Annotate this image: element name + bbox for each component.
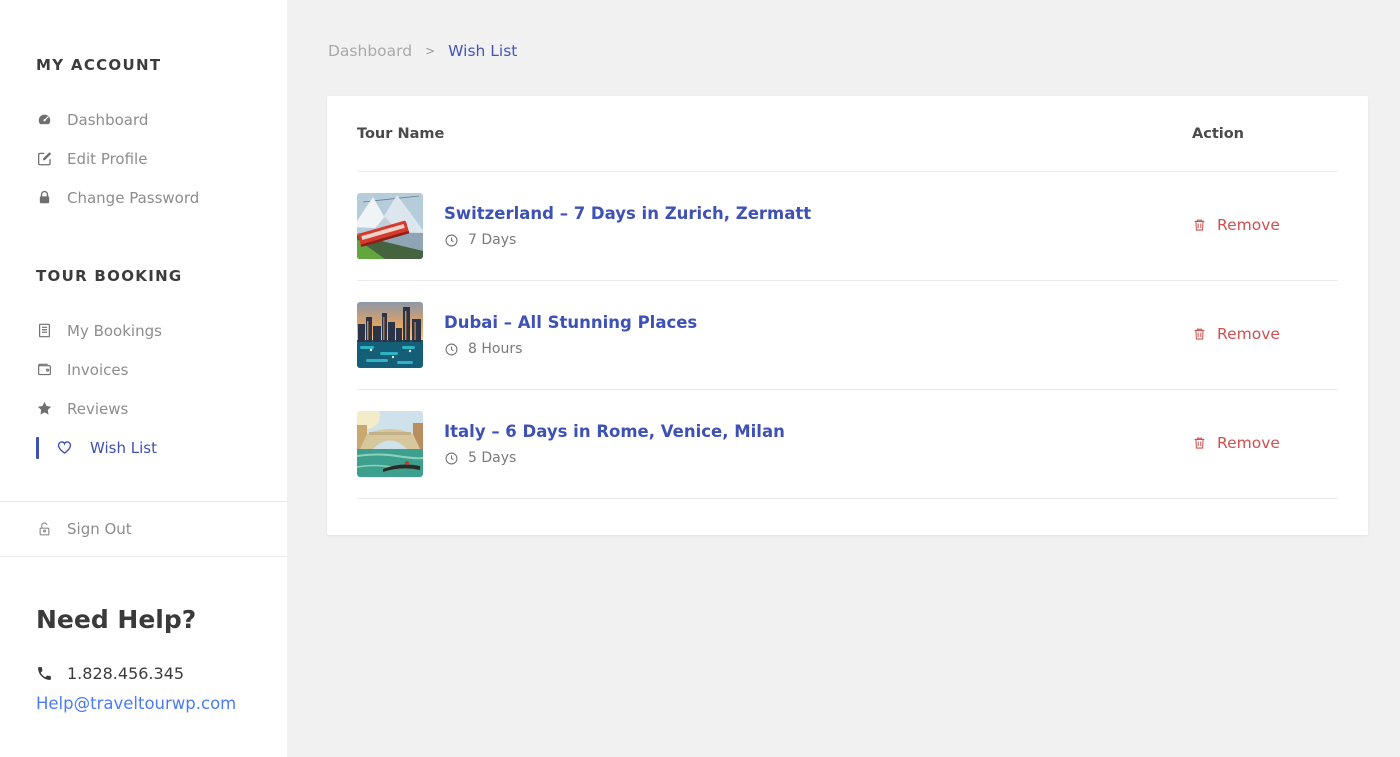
remove-button[interactable]: Remove: [1192, 434, 1280, 452]
wishlist-card: Tour Name Action: [327, 96, 1368, 535]
remove-button[interactable]: Remove: [1192, 216, 1280, 234]
sidebar-item-reviews[interactable]: Reviews: [36, 389, 287, 428]
action-cell: Remove: [1192, 216, 1338, 237]
trash-icon: [1192, 217, 1207, 233]
wishlist-table-header: Tour Name Action: [357, 96, 1338, 172]
tour-booking-nav: My Bookings Invoices Reviews Wish List: [36, 311, 287, 467]
sidebar-heading-tour-booking: TOUR BOOKING: [36, 267, 287, 285]
sidebar-item-label: Edit Profile: [67, 150, 147, 168]
app-window: MY ACCOUNT Dashboard Edit Profile Change…: [0, 0, 1400, 757]
sidebar-item-dashboard[interactable]: Dashboard: [36, 100, 287, 139]
tour-title-link[interactable]: Italy – 6 Days in Rome, Venice, Milan: [444, 422, 1192, 441]
tour-title-link[interactable]: Dubai – All Stunning Places: [444, 313, 1192, 332]
tour-thumbnail-switzerland[interactable]: [357, 193, 423, 259]
help-email-link[interactable]: Help@traveltourwp.com: [36, 694, 287, 713]
remove-button[interactable]: Remove: [1192, 325, 1280, 343]
sidebar-item-edit-profile[interactable]: Edit Profile: [36, 139, 287, 178]
tour-title-link[interactable]: Switzerland – 7 Days in Zurich, Zermatt: [444, 204, 1192, 223]
tour-duration: 7 Days: [444, 232, 1192, 248]
sidebar-item-change-password[interactable]: Change Password: [36, 178, 287, 217]
account-sidebar: MY ACCOUNT Dashboard Edit Profile Change…: [0, 0, 287, 757]
wallet-icon: [36, 361, 53, 378]
column-header-action: Action: [1192, 126, 1338, 142]
tour-duration: 8 Hours: [444, 341, 1192, 357]
sign-out-label: Sign Out: [67, 520, 132, 538]
heart-icon: [56, 439, 73, 456]
clock-icon: [444, 451, 459, 466]
sidebar-item-label: Reviews: [67, 400, 128, 418]
remove-label: Remove: [1217, 434, 1280, 452]
tour-info: Italy – 6 Days in Rome, Venice, Milan 5 …: [444, 422, 1192, 466]
tour-thumbnail-italy[interactable]: [357, 411, 423, 477]
breadcrumb: Dashboard > Wish List: [328, 42, 1368, 60]
breadcrumb-dashboard-link[interactable]: Dashboard: [328, 42, 412, 60]
help-phone-row: 1.828.456.345: [36, 664, 287, 683]
edit-pencil-icon: [36, 150, 53, 167]
my-account-nav: Dashboard Edit Profile Change Password: [36, 100, 287, 217]
dashboard-gauge-icon: [36, 111, 53, 128]
sidebar-item-label: Change Password: [67, 189, 199, 207]
wishlist-row-italy: Italy – 6 Days in Rome, Venice, Milan 5 …: [357, 390, 1338, 499]
tour-duration-text: 8 Hours: [468, 341, 522, 357]
tour-duration: 5 Days: [444, 450, 1192, 466]
clock-icon: [444, 342, 459, 357]
sidebar-divider: [0, 556, 287, 557]
unlock-icon: [36, 521, 53, 538]
clock-icon: [444, 233, 459, 248]
sidebar-item-label: Wish List: [90, 439, 157, 457]
main-content: Dashboard > Wish List Tour Name Action: [287, 0, 1400, 757]
star-icon: [36, 400, 53, 417]
remove-label: Remove: [1217, 325, 1280, 343]
column-header-tour-name: Tour Name: [357, 126, 1192, 142]
tour-info: Switzerland – 7 Days in Zurich, Zermatt …: [444, 204, 1192, 248]
remove-label: Remove: [1217, 216, 1280, 234]
tour-thumbnail-dubai[interactable]: [357, 302, 423, 368]
sidebar-heading-my-account: MY ACCOUNT: [36, 56, 287, 74]
tour-duration-text: 7 Days: [468, 232, 516, 248]
wishlist-row-dubai: Dubai – All Stunning Places 8 Hours Remo…: [357, 281, 1338, 390]
sidebar-item-wish-list[interactable]: Wish List: [36, 428, 287, 467]
lock-icon: [36, 189, 53, 206]
need-help-heading: Need Help?: [36, 605, 287, 634]
trash-icon: [1192, 326, 1207, 342]
wishlist-row-switzerland: Switzerland – 7 Days in Zurich, Zermatt …: [357, 172, 1338, 281]
trash-icon: [1192, 435, 1207, 451]
sidebar-item-invoices[interactable]: Invoices: [36, 350, 287, 389]
phone-icon: [36, 665, 53, 682]
sidebar-item-sign-out[interactable]: Sign Out: [36, 502, 287, 556]
breadcrumb-current-page: Wish List: [448, 42, 517, 60]
sidebar-item-label: Dashboard: [67, 111, 148, 129]
sidebar-item-label: Invoices: [67, 361, 128, 379]
active-indicator-bar: [36, 437, 39, 459]
bookings-list-icon: [36, 322, 53, 339]
sidebar-item-label: My Bookings: [67, 322, 162, 340]
tour-duration-text: 5 Days: [468, 450, 516, 466]
sidebar-item-my-bookings[interactable]: My Bookings: [36, 311, 287, 350]
breadcrumb-separator: >: [425, 44, 435, 58]
tour-info: Dubai – All Stunning Places 8 Hours: [444, 313, 1192, 357]
help-phone-number: 1.828.456.345: [67, 664, 184, 683]
action-cell: Remove: [1192, 325, 1338, 346]
action-cell: Remove: [1192, 434, 1338, 455]
